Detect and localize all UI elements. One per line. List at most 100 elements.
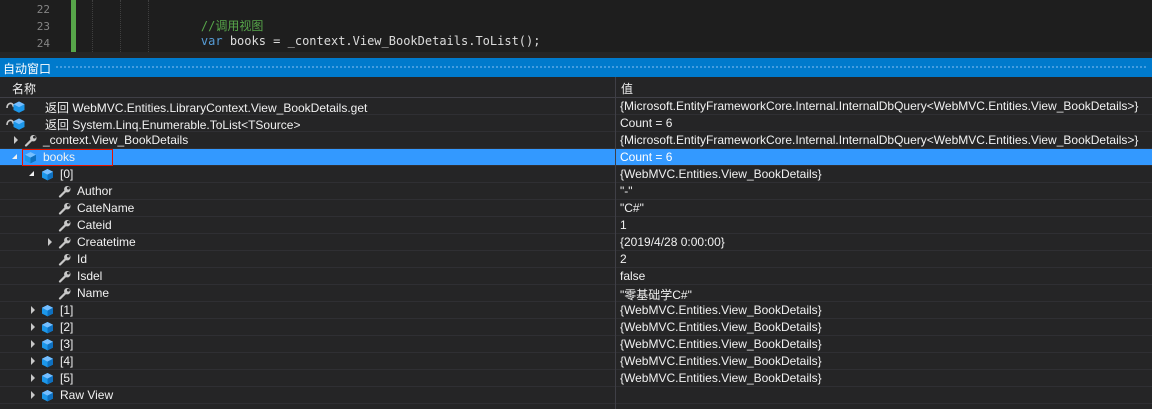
variable-name: [3] xyxy=(60,337,74,351)
variable-name: Name xyxy=(77,286,110,300)
autos-row[interactable]: Name "零基础学C#" xyxy=(0,285,1152,302)
autos-row[interactable]: Cateid 1 xyxy=(0,217,1152,234)
variable-name: 返回 System.Linq.Enumerable.ToList<TSource… xyxy=(45,118,301,132)
expand-arrow-icon[interactable] xyxy=(29,323,37,332)
local-variable-icon xyxy=(41,338,55,351)
column-resize-handle[interactable] xyxy=(615,77,616,98)
variable-value[interactable]: 2 xyxy=(620,252,627,266)
local-variable-icon xyxy=(41,168,55,181)
property-wrench-icon xyxy=(58,253,72,266)
variable-name: Raw View xyxy=(60,388,114,402)
local-variable-icon xyxy=(41,372,55,385)
property-wrench-icon xyxy=(24,134,38,147)
column-divider xyxy=(615,98,616,409)
autos-row[interactable]: [1] {WebMVC.Entities.View_BookDetails} xyxy=(0,302,1152,319)
change-tracking-bar xyxy=(71,0,76,52)
autos-window-title: 自动窗口 xyxy=(3,62,52,76)
property-wrench-icon xyxy=(58,270,72,283)
indent-guide xyxy=(120,0,121,52)
autos-row[interactable]: [0] {WebMVC.Entities.View_BookDetails} xyxy=(0,166,1152,183)
line-number: 23 xyxy=(36,20,50,33)
variable-value[interactable]: false xyxy=(620,269,645,283)
autos-window-titlebar[interactable]: 自动窗口 xyxy=(0,58,1152,77)
variable-value[interactable]: {2019/4/28 0:00:00} xyxy=(620,235,725,249)
titlebar-grip xyxy=(55,65,1148,70)
autos-row[interactable]: Isdel false xyxy=(0,268,1152,285)
autos-row[interactable]: [5] {WebMVC.Entities.View_BookDetails} xyxy=(0,370,1152,387)
variable-name: Cateid xyxy=(77,218,112,232)
autos-row[interactable]: books Count = 6 xyxy=(0,149,1152,166)
autos-row[interactable]: Raw View xyxy=(0,387,1152,404)
variable-value[interactable]: {WebMVC.Entities.View_BookDetails} xyxy=(620,320,822,334)
line-number: 22 xyxy=(36,3,50,16)
expand-arrow-icon[interactable] xyxy=(12,136,20,145)
variable-name: [0] xyxy=(60,167,74,181)
local-variable-icon xyxy=(41,389,55,402)
expand-arrow-icon[interactable] xyxy=(29,391,37,400)
variable-value[interactable]: {WebMVC.Entities.View_BookDetails} xyxy=(620,354,822,368)
line-number-gutter: 22 23 24 xyxy=(0,0,70,52)
expand-arrow-icon[interactable] xyxy=(29,306,37,315)
variable-name: [2] xyxy=(60,320,74,334)
property-wrench-icon xyxy=(58,185,72,198)
variable-name: CateName xyxy=(77,201,135,215)
autos-row[interactable]: [2] {WebMVC.Entities.View_BookDetails} xyxy=(0,319,1152,336)
indent-guide xyxy=(92,0,93,52)
local-variable-icon xyxy=(41,304,55,317)
expand-arrow-icon[interactable] xyxy=(29,357,37,366)
code-keyword: var xyxy=(200,34,223,48)
variable-name: Createtime xyxy=(77,235,136,249)
variable-value[interactable]: {WebMVC.Entities.View_BookDetails} xyxy=(620,303,822,317)
return-value-icon xyxy=(4,117,26,130)
autos-row[interactable]: Author "-" xyxy=(0,183,1152,200)
focus-rectangle xyxy=(22,149,113,166)
autos-row[interactable]: [4] {WebMVC.Entities.View_BookDetails} xyxy=(0,353,1152,370)
variable-value[interactable]: 1 xyxy=(620,218,627,232)
variable-value[interactable]: Count = 6 xyxy=(620,116,672,130)
autos-row[interactable]: Createtime {2019/4/28 0:00:00} xyxy=(0,234,1152,251)
expand-arrow-icon[interactable] xyxy=(29,374,37,383)
variable-value[interactable]: {Microsoft.EntityFrameworkCore.Internal.… xyxy=(620,133,1138,147)
variable-name: _context.View_BookDetails xyxy=(43,133,189,147)
variable-name: [5] xyxy=(60,371,74,385)
property-wrench-icon xyxy=(58,202,72,215)
variable-value[interactable]: {WebMVC.Entities.View_BookDetails} xyxy=(620,337,822,351)
local-variable-icon xyxy=(41,321,55,334)
grid-header: 名称 值 xyxy=(0,77,1152,98)
collapse-arrow-icon[interactable] xyxy=(29,170,37,179)
variable-value[interactable]: "-" xyxy=(620,184,633,198)
variable-value[interactable]: "零基础学C#" xyxy=(620,286,692,303)
column-header-value[interactable]: 值 xyxy=(621,80,633,97)
variable-name: [4] xyxy=(60,354,74,368)
local-variable-icon xyxy=(41,355,55,368)
variable-name: Author xyxy=(77,184,113,198)
code-line[interactable]: var books = _context.View_BookDetails.To… xyxy=(172,20,541,62)
property-wrench-icon xyxy=(58,219,72,232)
variable-name: Id xyxy=(77,252,88,266)
variable-name: 返回 WebMVC.Entities.LibraryContext.View_B… xyxy=(45,101,368,115)
variable-value[interactable]: {WebMVC.Entities.View_BookDetails} xyxy=(620,371,822,385)
property-wrench-icon xyxy=(58,287,72,300)
variable-value[interactable]: "C#" xyxy=(620,201,644,215)
variable-name: Isdel xyxy=(77,269,103,283)
variable-name: [1] xyxy=(60,303,74,317)
indent-guide xyxy=(148,0,149,52)
line-number: 24 xyxy=(36,37,50,50)
expand-arrow-icon[interactable] xyxy=(46,238,54,247)
autos-row[interactable]: CateName "C#" xyxy=(0,200,1152,217)
variable-value[interactable]: Count = 6 xyxy=(620,150,672,164)
autos-row[interactable]: Id 2 xyxy=(0,251,1152,268)
property-wrench-icon xyxy=(58,236,72,249)
column-header-name[interactable]: 名称 xyxy=(12,80,36,97)
autos-grid[interactable]: 名称 值 返回 WebMVC.Entities.LibraryContext.V… xyxy=(0,77,1152,409)
expand-arrow-icon[interactable] xyxy=(29,340,37,349)
variable-value[interactable]: {WebMVC.Entities.View_BookDetails} xyxy=(620,167,822,181)
autos-row[interactable]: [3] {WebMVC.Entities.View_BookDetails} xyxy=(0,336,1152,353)
autos-row[interactable]: 返回 WebMVC.Entities.LibraryContext.View_B… xyxy=(0,98,1152,115)
variable-value[interactable]: {Microsoft.EntityFrameworkCore.Internal.… xyxy=(620,99,1138,113)
autos-row[interactable]: 返回 System.Linq.Enumerable.ToList<TSource… xyxy=(0,115,1152,132)
collapse-arrow-icon[interactable] xyxy=(12,153,20,162)
code-text: books = _context.View_BookDetails.ToList… xyxy=(222,34,541,48)
autos-row[interactable]: _context.View_BookDetails {Microsoft.Enti… xyxy=(0,132,1152,149)
code-editor[interactable]: 22 23 24 //调用视图 var books = _context.Vie… xyxy=(0,0,1152,52)
